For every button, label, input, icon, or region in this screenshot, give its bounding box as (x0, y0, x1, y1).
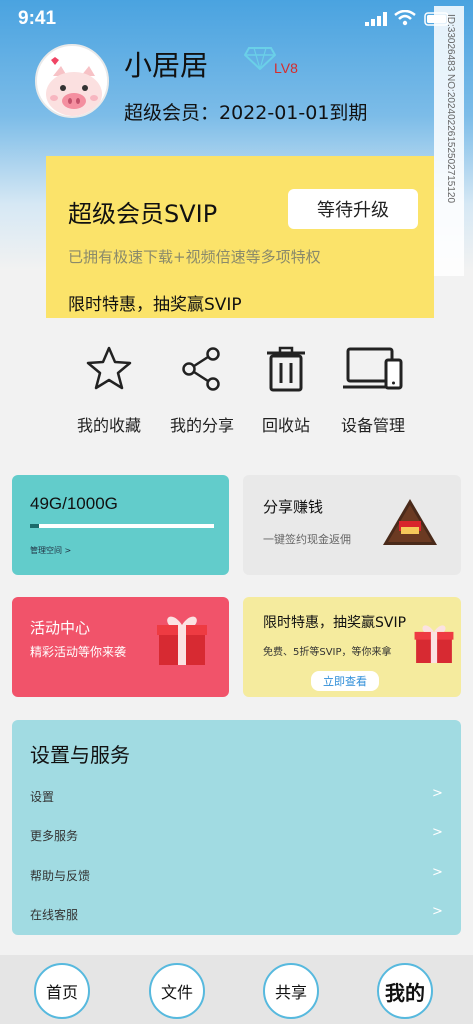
settings-card: 设置与服务 设置 > 更多服务 > 帮助与反馈 > 在线客服 > (12, 720, 461, 935)
quick-action-label: 设备管理 (340, 416, 405, 435)
manage-space-link[interactable]: 管理空间 > (30, 545, 71, 556)
nav-files[interactable]: 文件 (149, 963, 205, 1019)
status-time: 9:41 (18, 8, 57, 29)
trash-icon (267, 346, 305, 392)
quick-action-favorites[interactable]: 我的收藏 (69, 344, 149, 436)
avatar[interactable] (35, 44, 109, 118)
watermark: ID:33026483 NO:20240226152502715120 (434, 6, 464, 276)
user-name: 小居居 (124, 49, 209, 82)
nav-mine[interactable]: 我的 (377, 963, 433, 1019)
settings-title: 设置与服务 (30, 743, 130, 767)
share-earn-card[interactable]: 分享赚钱 一键签约现金返佣 (243, 475, 461, 575)
quick-action-devices[interactable]: 设备管理 (333, 344, 413, 436)
view-now-button[interactable]: 立即查看 (311, 671, 379, 691)
devices-icon (343, 347, 403, 390)
quick-action-recycle-bin[interactable]: 回收站 (246, 344, 326, 436)
star-icon (86, 346, 132, 390)
promo-description: 免费、5折等SVIP，等你来拿 (263, 647, 392, 658)
promo-card[interactable]: 限时特惠，抽奖赢SVIP 免费、5折等SVIP，等你来拿 立即查看 (243, 597, 461, 697)
signal-icon (365, 12, 387, 31)
svip-promo[interactable]: 限时特惠，抽奖赢SVIP (68, 290, 242, 315)
storage-progress (30, 524, 214, 528)
storage-usage: 49G/1000G (30, 494, 118, 513)
share-earn-title: 分享赚钱 (263, 498, 324, 516)
settings-item-settings[interactable]: 设置 > (12, 782, 461, 814)
share-icon (182, 347, 220, 391)
chevron-right-icon: > (432, 865, 443, 880)
share-earn-description: 一键签约现金返佣 (263, 533, 351, 546)
svip-card[interactable]: 超级会员SVIP 等待升级 已拥有极速下载+视频倍速等多项特权 限时特惠，抽奖赢… (46, 156, 434, 318)
storage-card[interactable]: 49G/1000G 管理空间 > (12, 475, 229, 575)
nav-shared[interactable]: 共享 (263, 963, 319, 1019)
gift-icon (414, 625, 454, 663)
settings-item-more-services[interactable]: 更多服务 > (12, 821, 461, 853)
wifi-icon (394, 9, 416, 31)
settings-item-online-support[interactable]: 在线客服 > (12, 900, 461, 932)
chevron-right-icon: > (432, 825, 443, 840)
vip-expire-text: 超级会员：2022-01-01到期 (124, 102, 368, 124)
svip-title: 超级会员SVIP (68, 200, 218, 228)
activity-center-card[interactable]: 活动中心 精彩活动等你来袭 (12, 597, 229, 697)
chevron-right-icon: > (432, 786, 443, 801)
activity-description: 精彩活动等你来袭 (30, 645, 127, 659)
storage-progress-fill (30, 524, 40, 528)
bottom-nav: 首页 文件 共享 我的 (0, 955, 473, 1024)
nav-home[interactable]: 首页 (34, 963, 90, 1019)
quick-action-shares[interactable]: 我的分享 (162, 344, 242, 436)
earn-badge-icon (383, 499, 437, 545)
upgrade-button[interactable]: 等待升级 (288, 189, 418, 229)
settings-item-label: 在线客服 (30, 908, 79, 922)
promo-title: 限时特惠，抽奖赢SVIP (263, 615, 407, 631)
settings-item-label: 更多服务 (30, 829, 79, 843)
settings-item-label: 帮助与反馈 (30, 869, 91, 883)
settings-item-help-feedback[interactable]: 帮助与反馈 > (12, 861, 461, 893)
quick-action-label: 我的分享 (169, 416, 234, 435)
activity-title: 活动中心 (30, 619, 91, 637)
chevron-right-icon: > (432, 904, 443, 919)
gift-icon (157, 616, 207, 665)
status-bar: 9:41 (0, 0, 473, 40)
quick-action-label: 回收站 (261, 416, 310, 435)
quick-action-label: 我的收藏 (76, 416, 141, 435)
diamond-icon (243, 46, 277, 74)
vip-level: LV8 (274, 60, 298, 76)
settings-item-label: 设置 (30, 790, 55, 804)
svip-description: 已拥有极速下载+视频倍速等多项特权 (68, 248, 321, 266)
